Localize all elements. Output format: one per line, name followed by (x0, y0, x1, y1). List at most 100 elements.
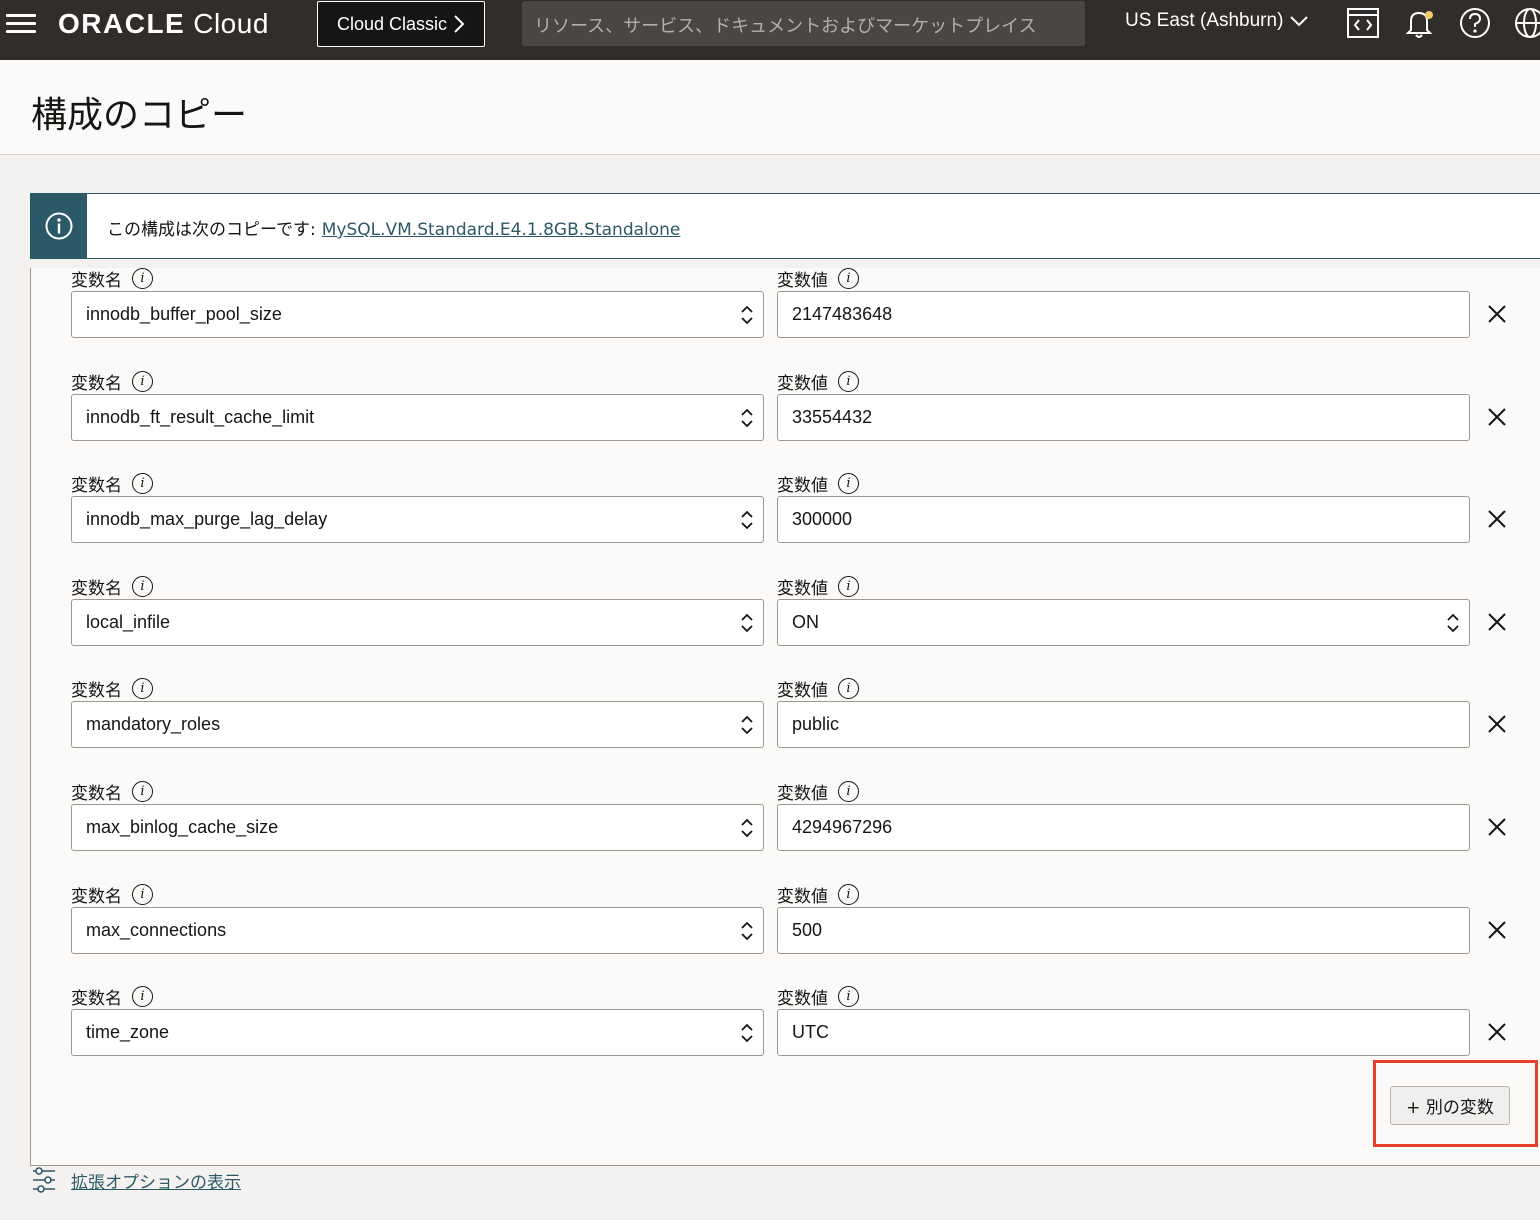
info-icon[interactable]: i (838, 371, 859, 392)
sliders-icon (33, 1167, 55, 1193)
variable-value-label: 変数値 i (777, 882, 859, 907)
variable-name-select[interactable]: time_zone (71, 1009, 764, 1056)
info-icon[interactable]: i (132, 576, 153, 597)
select-arrows-icon (739, 1021, 755, 1045)
info-icon[interactable]: i (132, 781, 153, 802)
variable-name-select[interactable]: max_connections (71, 907, 764, 954)
info-icon[interactable]: i (132, 884, 153, 905)
info-icon[interactable]: i (838, 678, 859, 699)
add-variable-label: + 別の変数 (1406, 1098, 1494, 1118)
info-banner: この構成は次のコピーです: MySQL.VM.Standard.E4.1.8GB.… (30, 193, 1540, 259)
remove-variable-icon[interactable] (1483, 710, 1511, 738)
variable-name-text: max_connections (86, 920, 227, 940)
variable-name-label: 変数名 i (71, 574, 153, 599)
advanced-options-link[interactable]: 拡張オプションの表示 (71, 1168, 241, 1193)
variable-value-input[interactable]: 33554432 (777, 394, 1470, 441)
variable-value-label: 変数値 i (777, 266, 859, 291)
info-icon[interactable]: i (838, 986, 859, 1007)
title-band: 構成のコピー (0, 60, 1540, 155)
variable-value-label-text: 変数値 (777, 681, 828, 701)
variable-name-select[interactable]: max_binlog_cache_size (71, 804, 764, 851)
variable-name-select[interactable]: mandatory_roles (71, 701, 764, 748)
info-icon[interactable]: i (838, 268, 859, 289)
info-icon[interactable]: i (838, 884, 859, 905)
remove-variable-icon[interactable] (1483, 505, 1511, 533)
variable-value-input[interactable]: public (777, 701, 1470, 748)
info-icon[interactable]: i (838, 576, 859, 597)
variable-name-select[interactable]: innodb_max_purge_lag_delay (71, 496, 764, 543)
variable-value-input[interactable]: 4294967296 (777, 804, 1470, 851)
select-arrows-icon (739, 713, 755, 737)
chevron-right-icon (454, 15, 465, 33)
info-icon[interactable]: i (132, 678, 153, 699)
variable-value-label-text: 変数値 (777, 579, 828, 599)
variable-name-label: 変数名 i (71, 471, 153, 496)
select-arrows-icon (739, 919, 755, 943)
cloud-classic-label: Cloud Classic (336, 13, 448, 34)
search-input[interactable]: リソース、サービス、ドキュメントおよびマーケットプレイス (522, 1, 1085, 46)
select-arrows-icon (739, 508, 755, 532)
info-icon[interactable]: i (838, 473, 859, 494)
remove-variable-icon[interactable] (1483, 813, 1511, 841)
add-variable-button[interactable]: + 別の変数 (1390, 1086, 1510, 1125)
variable-value-label: 変数値 i (777, 574, 859, 599)
variable-value-input[interactable]: 2147483648 (777, 291, 1470, 338)
info-icon[interactable]: i (132, 371, 153, 392)
info-icon[interactable]: i (132, 986, 153, 1007)
variable-name-label-text: 変数名 (71, 579, 122, 599)
remove-variable-icon[interactable] (1483, 403, 1511, 431)
info-icon[interactable]: i (132, 268, 153, 289)
info-icon[interactable]: i (132, 473, 153, 494)
banner-message: この構成は次のコピーです: (107, 220, 316, 240)
variable-name-select[interactable]: innodb_buffer_pool_size (71, 291, 764, 338)
variable-value-text: ON (792, 612, 819, 632)
oracle-cloud-logo[interactable]: ORACLE Cloud (58, 8, 269, 40)
variable-value-label-text: 変数値 (777, 784, 828, 804)
variable-name-text: innodb_max_purge_lag_delay (86, 509, 328, 529)
variable-value-input[interactable]: ON (777, 599, 1470, 646)
cloud-classic-button[interactable]: Cloud Classic (317, 1, 485, 47)
bell-icon[interactable] (1402, 6, 1436, 40)
select-arrows-icon (1445, 611, 1461, 635)
variable-value-text: UTC (792, 1022, 829, 1042)
page-title: 構成のコピー (31, 95, 248, 136)
variable-value-text: public (792, 714, 840, 734)
variable-name-label-text: 変数名 (71, 271, 122, 291)
remove-variable-icon[interactable] (1483, 608, 1511, 636)
remove-variable-icon[interactable] (1483, 1018, 1511, 1046)
variable-value-label: 変数値 i (777, 676, 859, 701)
info-icon[interactable]: i (838, 781, 859, 802)
variable-value-text: 33554432 (792, 407, 873, 427)
variable-value-text: 300000 (792, 509, 853, 529)
remove-variable-icon[interactable] (1483, 300, 1511, 328)
variable-name-text: innodb_ft_result_cache_limit (86, 407, 315, 427)
help-icon[interactable] (1458, 6, 1492, 40)
variable-value-input[interactable]: UTC (777, 1009, 1470, 1056)
select-arrows-icon (739, 611, 755, 635)
banner-icon-box (31, 194, 87, 258)
variable-name-select[interactable]: innodb_ft_result_cache_limit (71, 394, 764, 441)
source-config-link[interactable]: MySQL.VM.Standard.E4.1.8GB.Standalone (322, 220, 681, 240)
info-icon (45, 212, 73, 240)
remove-variable-icon[interactable] (1483, 916, 1511, 944)
code-editor-icon[interactable] (1346, 6, 1380, 40)
variable-name-text: innodb_buffer_pool_size (86, 304, 282, 324)
variable-name-label-text: 変数名 (71, 476, 122, 496)
hamburger-menu-icon[interactable] (4, 10, 38, 38)
variable-name-label: 変数名 i (71, 882, 153, 907)
variable-value-text: 500 (792, 920, 823, 940)
variable-value-input[interactable]: 300000 (777, 496, 1470, 543)
region-label: US East (Ashburn) (1125, 10, 1284, 31)
variable-name-select[interactable]: local_infile (71, 599, 764, 646)
globe-icon[interactable] (1513, 6, 1540, 40)
banner-text: この構成は次のコピーです: MySQL.VM.Standard.E4.1.8GB.… (107, 215, 680, 240)
advanced-options[interactable]: 拡張オプションの表示 (31, 1166, 241, 1194)
region-selector[interactable]: US East (Ashburn) (1125, 10, 1309, 32)
variable-value-label-text: 変数値 (777, 887, 828, 907)
chevron-down-icon (1290, 16, 1309, 27)
variable-value-input[interactable]: 500 (777, 907, 1470, 954)
variable-name-text: time_zone (86, 1022, 170, 1042)
variable-value-label: 変数値 i (777, 471, 859, 496)
variable-value-label-text: 変数値 (777, 476, 828, 496)
select-arrows-icon (739, 816, 755, 840)
